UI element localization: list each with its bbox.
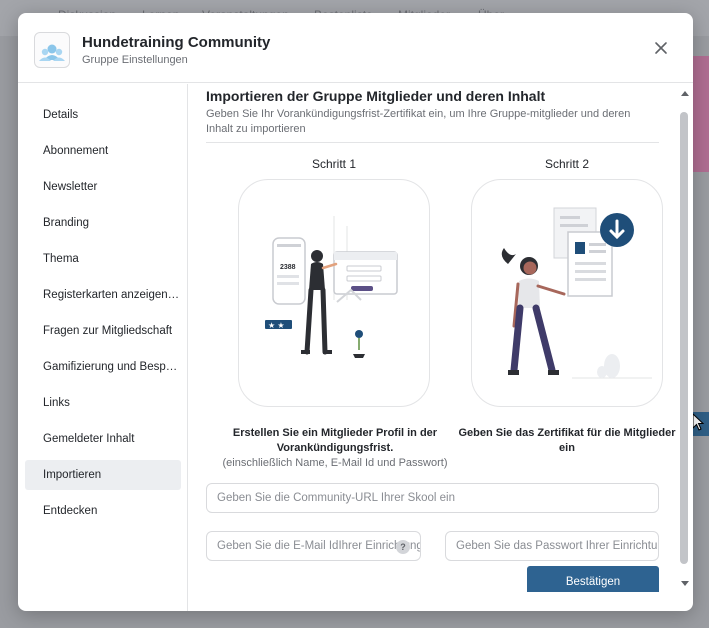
sidebar-item-gamifizierung[interactable]: Gamifizierung und Besprechungen — [25, 352, 181, 382]
background-banner — [693, 56, 709, 172]
group-logo — [34, 32, 70, 68]
import-panel: Importieren der Gruppe Mitglieder und de… — [189, 84, 677, 592]
sidebar-item-importieren[interactable]: Importieren — [25, 460, 181, 490]
sidebar-item-abonnement[interactable]: Abonnement — [25, 136, 181, 166]
group-title: Hundetraining Community — [82, 34, 271, 51]
question-icon[interactable]: ? — [396, 540, 410, 554]
enter-certificate-illustration — [501, 207, 652, 379]
settings-modal: Hundetraining Community Gruppe Einstellu… — [18, 13, 693, 611]
close-icon[interactable] — [650, 37, 672, 59]
group-avatars-icon — [39, 44, 65, 61]
svg-text:★ ★: ★ ★ — [268, 321, 285, 330]
page-description: Geben Sie Ihr Vorankündigungsfrist-Zerti… — [206, 108, 631, 135]
create-profile-illustration: 2388 ★ ★ — [265, 216, 398, 358]
settings-sidebar: Details Abonnement Newsletter Branding T… — [18, 84, 188, 611]
step-1-label: Schritt 1 — [311, 157, 356, 171]
illustration-number: 2388 — [280, 264, 296, 271]
step-2-card — [471, 179, 663, 407]
confirm-button[interactable]: Bestätigen — [527, 566, 659, 592]
modal-header: Hundetraining Community Gruppe Einstellu… — [18, 13, 693, 83]
step-1-caption: Erstellen Sie ein Mitglieder Profil in d… — [232, 427, 438, 454]
step-1-subcaption: (einschließlich Name, E-Mail Id und Pass… — [222, 457, 448, 469]
sidebar-item-newsletter[interactable]: Newsletter — [25, 172, 181, 202]
sidebar-item-entdecken[interactable]: Entdecken — [25, 496, 181, 526]
step-1-card: 2388 ★ ★ — [238, 179, 430, 407]
email-placeholder: Geben Sie die E-Mail IdIhrer Einrichtung… — [217, 540, 421, 552]
page-title: Importieren der Gruppe Mitglieder und de… — [206, 88, 546, 104]
divider — [206, 142, 659, 143]
email-field[interactable]: Geben Sie die E-Mail IdIhrer Einrichtung… — [206, 531, 421, 561]
step-2-caption: Geben Sie das Zertifikat für die Mitglie… — [458, 427, 676, 454]
sidebar-item-gemeldeter-inhalt[interactable]: Gemeldeter Inhalt — [25, 424, 181, 454]
sidebar-item-details[interactable]: Details — [25, 100, 181, 130]
sidebar-item-branding[interactable]: Branding — [25, 208, 181, 238]
scrollbar-thumb[interactable] — [680, 112, 688, 564]
sidebar-item-links[interactable]: Links — [25, 388, 181, 418]
password-field[interactable]: Geben Sie das Passwort Ihrer Einrichtung… — [445, 531, 659, 561]
scroll-up-arrow-icon[interactable] — [680, 89, 690, 97]
sidebar-item-mitgliedschaft-fragen[interactable]: Fragen zur Mitgliedschaft — [25, 316, 181, 346]
sidebar-item-registerkarten[interactable]: Registerkarten anzeigen/ausblenden — [25, 280, 181, 310]
modal-subtitle: Gruppe Einstellungen — [82, 54, 188, 66]
scroll-down-arrow-icon[interactable] — [680, 580, 690, 588]
mouse-cursor-icon — [692, 413, 705, 431]
step-2-label: Schritt 2 — [544, 157, 589, 171]
community-url-input[interactable]: Geben Sie die Community-URL Ihrer Skool … — [206, 483, 659, 513]
sidebar-item-thema[interactable]: Thema — [25, 244, 181, 274]
